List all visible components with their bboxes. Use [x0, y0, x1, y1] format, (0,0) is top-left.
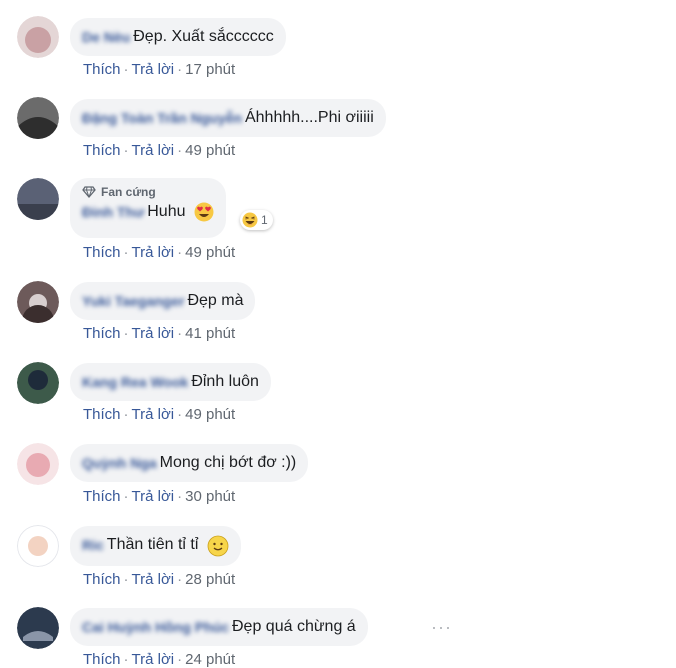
- comment-bubble: Ric Thần tiên tỉ tỉ: [70, 526, 241, 566]
- comment-author[interactable]: Đặng Toàn Trần Nguyễn: [82, 108, 242, 128]
- reaction-count: 1: [261, 213, 268, 227]
- laughing-emoji-icon: [242, 212, 258, 228]
- comment-actions: Thích · Trả lời · 41 phút: [83, 325, 236, 342]
- comment-actions: Thích · Trả lời · 28 phút: [83, 571, 236, 588]
- reply-link[interactable]: Trả lời: [132, 61, 175, 78]
- avatar[interactable]: [17, 281, 59, 323]
- comment-time[interactable]: 24 phút: [185, 651, 235, 668]
- like-link[interactable]: Thích: [83, 651, 121, 668]
- avatar[interactable]: [17, 16, 59, 58]
- comment-bubble: De Nèu Đẹp. Xuất sắcccccc: [70, 18, 286, 56]
- comment-author[interactable]: Quỳnh Nga: [82, 453, 157, 473]
- comment-actions: Thích · Trả lời · 49 phút: [83, 406, 236, 423]
- reply-link[interactable]: Trả lời: [132, 142, 175, 159]
- avatar[interactable]: [17, 443, 59, 485]
- comment-text: Huhu: [147, 203, 186, 220]
- comment-actions: Thích · Trả lời · 24 phút: [83, 651, 236, 668]
- comment-author[interactable]: Cai Huỳnh Hồng Phúc: [82, 617, 229, 637]
- comment-author[interactable]: De Nèu: [82, 27, 130, 47]
- like-link[interactable]: Thích: [83, 325, 121, 342]
- comment-text: Mong chị bớt đơ :)): [159, 454, 297, 471]
- comment-actions: Thích · Trả lời · 49 phút: [83, 142, 236, 159]
- reaction-badge[interactable]: 1: [240, 210, 273, 230]
- more-options-icon[interactable]: ···: [431, 617, 452, 638]
- like-link[interactable]: Thích: [83, 488, 121, 505]
- reply-link[interactable]: Trả lời: [132, 651, 175, 668]
- avatar[interactable]: [17, 525, 59, 567]
- comment-author[interactable]: Ric: [82, 535, 104, 555]
- smiling-emoji-icon: [207, 535, 229, 563]
- comment-author[interactable]: Yuki Taeganger: [82, 291, 184, 311]
- like-link[interactable]: Thích: [83, 61, 121, 78]
- diamond-icon: [82, 186, 96, 198]
- like-link[interactable]: Thích: [83, 142, 121, 159]
- comment-bubble: Fan cứng Đinh Thư Huhu: [70, 178, 226, 238]
- like-link[interactable]: Thích: [83, 244, 121, 261]
- reply-link[interactable]: Trả lời: [132, 325, 175, 342]
- comment-text: Thần tiên tỉ tỉ: [106, 536, 199, 553]
- comment-bubble: Kang Rea Wook Đỉnh luôn: [70, 363, 271, 401]
- comment-time[interactable]: 49 phút: [185, 142, 235, 159]
- avatar[interactable]: [17, 97, 59, 139]
- avatar[interactable]: [17, 362, 59, 404]
- comment-author[interactable]: Kang Rea Wook: [82, 372, 188, 392]
- comment-bubble: Cai Huỳnh Hồng Phúc Đẹp quá chừng á: [70, 608, 368, 646]
- comment-time[interactable]: 30 phút: [185, 488, 235, 505]
- comment-actions: Thích · Trả lời · 30 phút: [83, 488, 236, 505]
- comment-time[interactable]: 17 phút: [185, 61, 235, 78]
- reply-link[interactable]: Trả lời: [132, 571, 175, 588]
- badge-label: Fan cứng: [101, 185, 156, 199]
- reply-link[interactable]: Trả lời: [132, 244, 175, 261]
- comment-actions: Thích · Trả lời · 17 phút: [83, 61, 236, 78]
- like-link[interactable]: Thích: [83, 406, 121, 423]
- comment-text: Đỉnh luôn: [191, 373, 259, 390]
- comment-actions: Thích · Trả lời · 49 phút: [83, 244, 236, 261]
- comment-time[interactable]: 41 phút: [185, 325, 235, 342]
- comment-text: Đẹp quá chừng á: [232, 618, 356, 635]
- reply-link[interactable]: Trả lời: [132, 406, 175, 423]
- fan-badge: Fan cứng: [82, 184, 214, 200]
- comment-time[interactable]: 49 phút: [185, 244, 235, 261]
- comment-text: Đẹp. Xuất sắcccccc: [133, 28, 274, 45]
- comment-time[interactable]: 28 phút: [185, 571, 235, 588]
- avatar[interactable]: [17, 607, 59, 649]
- reply-link[interactable]: Trả lời: [132, 488, 175, 505]
- comment-time[interactable]: 49 phút: [185, 406, 235, 423]
- comment-author[interactable]: Đinh Thư: [82, 202, 144, 222]
- like-link[interactable]: Thích: [83, 571, 121, 588]
- avatar[interactable]: [17, 178, 59, 220]
- comment-text: Áhhhhh....Phi ơiiiii: [244, 109, 374, 126]
- heart-eyes-emoji-icon: [194, 202, 214, 228]
- comment-bubble: Quỳnh Nga Mong chị bớt đơ :)): [70, 444, 309, 482]
- comment-bubble: Yuki Taeganger Đẹp mà: [70, 282, 256, 320]
- comment-text: Đẹp mà: [187, 292, 244, 309]
- comment-bubble: Đặng Toàn Trần Nguyễn Áhhhhh....Phi ơiiii…: [70, 99, 386, 137]
